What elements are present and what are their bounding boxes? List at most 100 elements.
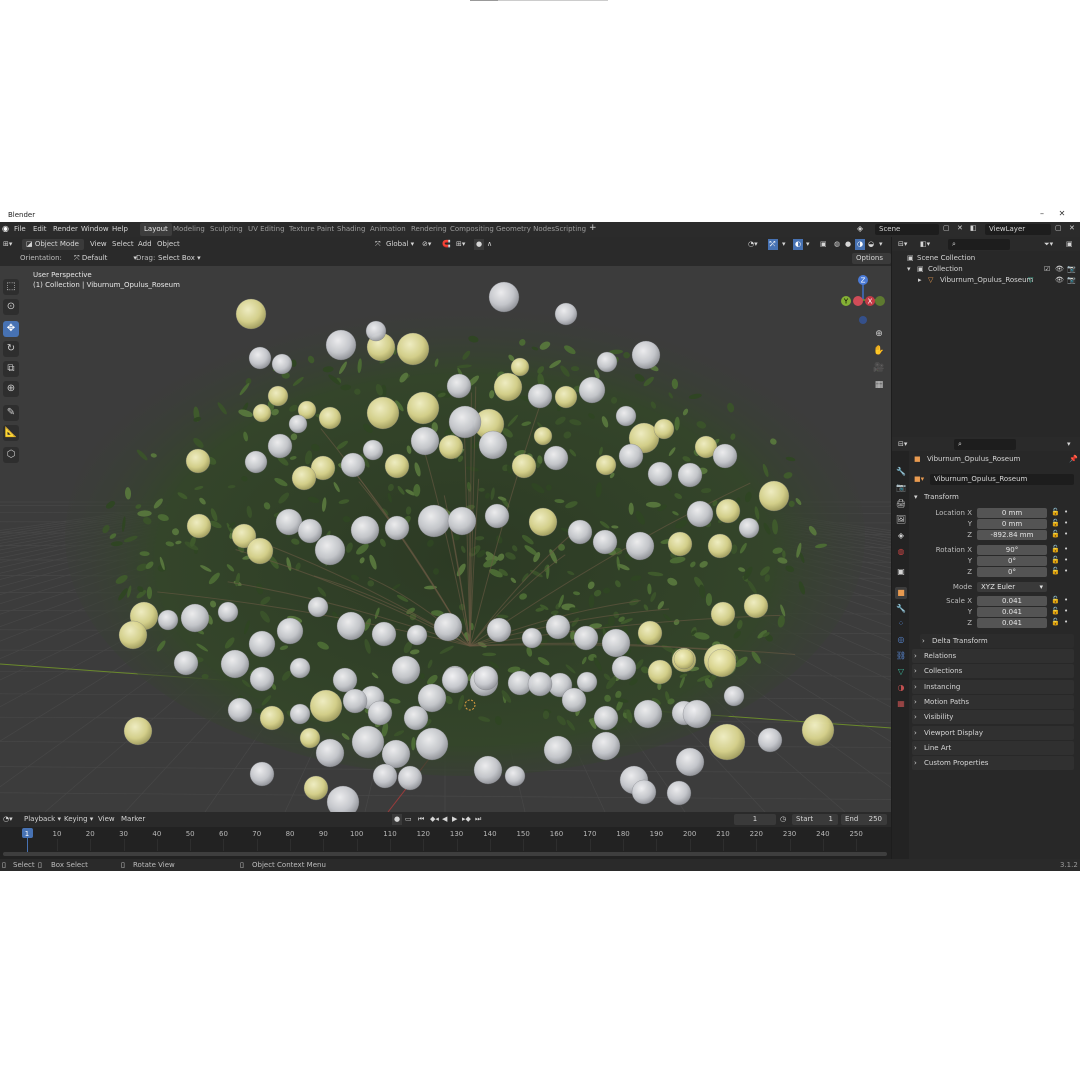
panel-visibility[interactable]: › Visibility bbox=[912, 710, 1074, 725]
new-view-layer-icon[interactable]: ▢ bbox=[1055, 224, 1062, 232]
properties-editor[interactable]: ⊟▾ ⌕ ▾ 🔧 📷 🖨 🖼 ◈ ◍ ▣ ■ 🔧 ⁘ ◎ ⛓ ▽ ◑ ▦ ■ V… bbox=[892, 437, 1080, 859]
navigation-gizmo[interactable]: Z Y X bbox=[836, 268, 890, 324]
delete-scene-icon[interactable]: ✕ bbox=[957, 224, 963, 232]
constraints-tab-icon[interactable]: ⛓ bbox=[895, 650, 907, 662]
gizmo-dropdown-icon[interactable]: ▾ bbox=[782, 239, 786, 250]
current-frame-field[interactable]: 1 bbox=[734, 814, 776, 825]
end-frame-field[interactable]: End 250 bbox=[841, 814, 887, 825]
pan-hand-icon[interactable]: ✋ bbox=[873, 345, 885, 357]
delete-view-layer-icon[interactable]: ✕ bbox=[1069, 224, 1075, 232]
render-tab-icon[interactable]: 📷 bbox=[895, 482, 907, 494]
location-z-field[interactable]: -892.84 mm bbox=[977, 530, 1047, 540]
object-browse-icon[interactable]: ■▾ bbox=[914, 475, 924, 483]
keyframe-scale-x-icon[interactable]: • bbox=[1064, 596, 1068, 604]
transform-space-dropdown[interactable]: Global ▾ bbox=[386, 239, 414, 250]
menu-keying[interactable]: Keying ▾ bbox=[64, 814, 93, 825]
preview-range-icon[interactable]: ◷ bbox=[780, 814, 786, 825]
zoom-icon[interactable]: ⊕ bbox=[873, 328, 885, 340]
3d-viewport[interactable]: User Perspective (1) Collection | Viburn… bbox=[0, 266, 891, 812]
tab-geometry-nodes[interactable]: Geometry Nodes bbox=[496, 225, 555, 233]
rotation-mode-dropdown[interactable]: XYZ Euler ▾ bbox=[977, 582, 1047, 592]
location-y-field[interactable]: 0 mm bbox=[977, 519, 1047, 529]
menu-window[interactable]: Window bbox=[81, 225, 109, 233]
material-tab-icon[interactable]: ◑ bbox=[895, 682, 907, 694]
menu-object[interactable]: Object bbox=[157, 239, 180, 250]
jump-start-icon[interactable]: ⏮ bbox=[418, 814, 424, 825]
tab-texture-paint[interactable]: Texture Paint bbox=[289, 225, 334, 233]
move-tool-icon[interactable]: ✥ bbox=[3, 321, 19, 337]
material-shading-icon[interactable]: ◑ bbox=[855, 239, 866, 250]
panel-instancing[interactable]: › Instancing bbox=[912, 679, 1074, 694]
scale-tool-icon[interactable]: ⧉ bbox=[3, 361, 19, 377]
select-box-tool-icon[interactable]: ⬚ bbox=[3, 279, 19, 295]
panel-viewport-display[interactable]: › Viewport Display bbox=[912, 725, 1074, 740]
rotation-x-field[interactable]: 90° bbox=[977, 545, 1047, 555]
auto-keying-icon[interactable]: ● bbox=[392, 814, 403, 825]
gizmo-x-neg-axis-icon[interactable] bbox=[853, 296, 863, 306]
rendered-shading-icon[interactable]: ◒ bbox=[868, 239, 874, 250]
view-layer-selector[interactable]: ViewLayer bbox=[985, 224, 1051, 235]
timeline-scrollbar[interactable] bbox=[3, 852, 887, 856]
jump-end-icon[interactable]: ⏭ bbox=[475, 814, 481, 825]
outliner-search-input[interactable]: ⌕ bbox=[948, 239, 1010, 250]
menu-file[interactable]: File bbox=[14, 225, 26, 233]
menu-marker[interactable]: Marker bbox=[121, 814, 145, 825]
cursor-tool-icon[interactable]: ⊙ bbox=[3, 299, 19, 315]
location-x-field[interactable]: 0 mm bbox=[977, 508, 1047, 518]
menu-select[interactable]: Select bbox=[112, 239, 134, 250]
transform-panel-header[interactable]: ▾ Transform bbox=[912, 490, 1074, 504]
menu-playback[interactable]: Playback ▾ bbox=[24, 814, 61, 825]
proportional-edit-icon[interactable]: ● bbox=[474, 239, 485, 250]
outliner-scene-collection[interactable]: Scene Collection bbox=[917, 254, 975, 262]
physics-tab-icon[interactable]: ◎ bbox=[895, 634, 907, 646]
lock-rotation-z-icon[interactable]: 🔓 bbox=[1051, 567, 1060, 575]
panel-collections[interactable]: › Collections bbox=[912, 664, 1074, 679]
panel-motion-paths[interactable]: › Motion Paths bbox=[912, 694, 1074, 709]
object-visibility-icon[interactable]: 👁 bbox=[1055, 276, 1064, 284]
shading-dropdown-icon[interactable]: ▾ bbox=[879, 239, 883, 250]
snap-target-icon[interactable]: ⊞▾ bbox=[456, 239, 465, 250]
camera-view-icon[interactable]: 🎥 bbox=[873, 362, 885, 374]
overlay-dropdown-icon[interactable]: ▾ bbox=[806, 239, 810, 250]
display-mode-icon[interactable]: ◧▾ bbox=[920, 239, 930, 250]
object-name-field[interactable]: Viburnum_Opulus_Roseum bbox=[930, 474, 1074, 485]
delta-transform-subpanel[interactable]: › Delta Transform bbox=[920, 634, 1074, 648]
collection-render-icon[interactable]: 📷 bbox=[1067, 265, 1076, 273]
expand-collection-icon[interactable]: ▾ bbox=[907, 265, 911, 273]
close-window-icon[interactable]: ✕ bbox=[1052, 209, 1072, 221]
texture-tab-icon[interactable]: ▦ bbox=[895, 698, 907, 710]
lock-rotation-y-icon[interactable]: 🔓 bbox=[1051, 556, 1060, 564]
menu-timeline-view[interactable]: View bbox=[98, 814, 115, 825]
lock-scale-y-icon[interactable]: 🔓 bbox=[1051, 607, 1060, 615]
drag-dropdown[interactable]: Select Box ▾ bbox=[158, 253, 201, 264]
outliner-object[interactable]: Viburnum_Opulus_Roseum bbox=[940, 276, 1033, 284]
menu-help[interactable]: Help bbox=[112, 225, 128, 233]
tab-uv-editing[interactable]: UV Editing bbox=[248, 225, 285, 233]
tab-scripting[interactable]: Scripting bbox=[555, 225, 586, 233]
orientation-dropdown[interactable]: ⤧ Default ▾ bbox=[74, 253, 137, 264]
start-frame-field[interactable]: Start 1 bbox=[792, 814, 838, 825]
properties-options-icon[interactable]: ▾ bbox=[1067, 439, 1071, 450]
falloff-icon[interactable]: ∧ bbox=[487, 239, 492, 250]
menu-render[interactable]: Render bbox=[53, 225, 78, 233]
timeline[interactable]: 1 10 20 30 40 50 60 70 80 90 100 110 120 130 140 150 160… bbox=[0, 827, 891, 859]
tool-tab-icon[interactable]: 🔧 bbox=[895, 466, 907, 478]
scale-y-field[interactable]: 0.041 bbox=[977, 607, 1047, 617]
properties-search-input[interactable]: ⌕ bbox=[954, 439, 1016, 450]
menu-add[interactable]: Add bbox=[138, 239, 152, 250]
tab-sculpting[interactable]: Sculpting bbox=[210, 225, 243, 233]
lock-rotation-x-icon[interactable]: 🔓 bbox=[1051, 545, 1060, 553]
outliner[interactable]: ⊟▾ ◧▾ ⌕ ⏷▾ ▣ ▣ Scene Collection ▾ ▣ Coll… bbox=[892, 237, 1080, 437]
tab-rendering[interactable]: Rendering bbox=[411, 225, 447, 233]
outliner-collection[interactable]: Collection bbox=[928, 265, 963, 273]
play-icon[interactable]: ▶ bbox=[452, 814, 457, 825]
tab-shading[interactable]: Shading bbox=[337, 225, 365, 233]
annotate-tool-icon[interactable]: ✎ bbox=[3, 405, 19, 421]
lock-scale-z-icon[interactable]: 🔓 bbox=[1051, 618, 1060, 626]
measure-tool-icon[interactable]: 📐 bbox=[3, 425, 19, 441]
add-cube-tool-icon[interactable]: ⬡ bbox=[3, 447, 19, 463]
new-scene-icon[interactable]: ▢ bbox=[943, 224, 950, 232]
jump-keyframe-forward-icon[interactable]: ▸◆ bbox=[462, 814, 471, 825]
wireframe-shading-icon[interactable]: ◍ bbox=[834, 239, 840, 250]
pin-icon[interactable]: 📌 bbox=[1069, 455, 1078, 463]
